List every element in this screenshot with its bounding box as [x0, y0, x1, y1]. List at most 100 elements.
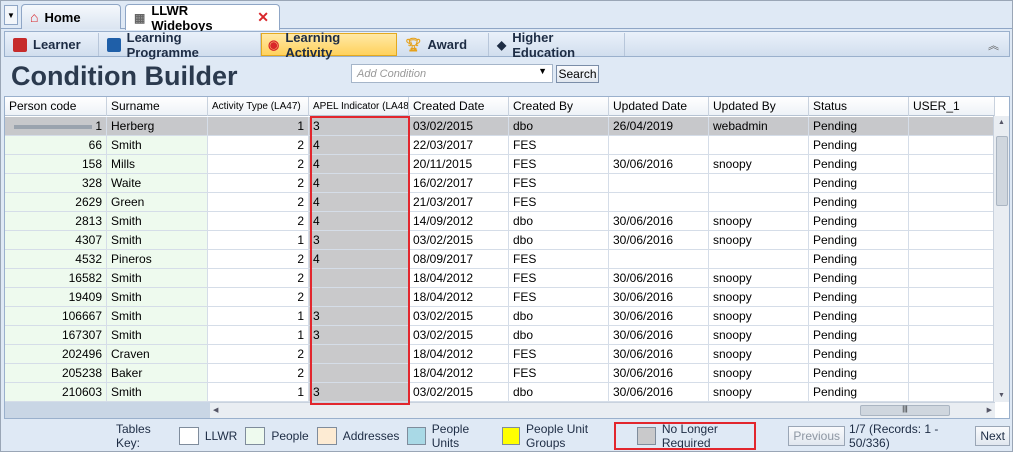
table-cell[interactable]: Pending [809, 345, 909, 363]
table-cell[interactable] [609, 250, 709, 268]
table-cell[interactable] [909, 307, 995, 325]
table-cell[interactable]: webadmin [709, 117, 809, 135]
table-cell[interactable]: 2 [208, 345, 309, 363]
table-cell[interactable]: 18/04/2012 [409, 288, 509, 306]
table-cell[interactable]: 167307 [5, 326, 107, 344]
column-header[interactable]: Created Date [409, 97, 509, 116]
table-cell[interactable]: 03/02/2015 [409, 383, 509, 401]
table-cell[interactable]: snoopy [709, 307, 809, 325]
table-row[interactable]: 202496 Craven 2 18/04/2012 FES 30/06/2016 snoo… [5, 345, 995, 364]
scroll-up-icon[interactable]: ▲ [998, 119, 1005, 126]
table-cell[interactable]: 03/02/2015 [409, 117, 509, 135]
table-cell[interactable]: snoopy [709, 269, 809, 287]
table-cell[interactable]: 328 [5, 174, 107, 192]
table-cell[interactable]: 210603 [5, 383, 107, 401]
table-cell[interactable]: dbo [509, 326, 609, 344]
table-cell[interactable]: 106667 [5, 307, 107, 325]
table-cell[interactable]: Mills [107, 155, 208, 173]
table-cell[interactable]: 202496 [5, 345, 107, 363]
table-cell[interactable]: 205238 [5, 364, 107, 382]
table-cell[interactable]: 2 [208, 364, 309, 382]
table-cell[interactable]: Pending [809, 269, 909, 287]
table-cell[interactable]: FES [509, 364, 609, 382]
table-cell[interactable]: FES [509, 136, 609, 154]
vertical-scrollbar[interactable]: ▲ ▼ [993, 116, 1009, 402]
table-cell[interactable]: 30/06/2016 [609, 212, 709, 230]
table-cell[interactable]: 30/06/2016 [609, 307, 709, 325]
table-cell[interactable]: 16582 [5, 269, 107, 287]
table-cell[interactable]: 2 [208, 193, 309, 211]
table-cell[interactable]: 30/06/2016 [609, 288, 709, 306]
table-row[interactable]: 2813 Smith 2 4 14/09/2012 dbo 30/06/2016 snoopy… [5, 212, 995, 231]
table-row[interactable]: 4307 Smith 1 3 03/02/2015 dbo 30/06/2016 snoopy… [5, 231, 995, 250]
table-cell[interactable]: FES [509, 250, 609, 268]
table-cell[interactable]: dbo [509, 231, 609, 249]
column-header[interactable]: APEL Indicator (LA48) [309, 97, 409, 116]
table-cell[interactable] [909, 269, 995, 287]
table-cell[interactable] [909, 117, 995, 135]
table-cell[interactable] [909, 174, 995, 192]
table-cell[interactable] [709, 193, 809, 211]
table-cell[interactable]: Smith [107, 307, 208, 325]
table-cell[interactable]: Pending [809, 136, 909, 154]
table-cell[interactable]: FES [509, 174, 609, 192]
table-cell[interactable]: Pending [809, 231, 909, 249]
next-button[interactable]: Next [975, 426, 1010, 446]
close-tab-icon[interactable]: ✕ [257, 9, 269, 26]
table-cell[interactable] [909, 383, 995, 401]
table-cell[interactable]: 2 [208, 250, 309, 268]
collapse-icon[interactable]: ︽ [988, 37, 999, 53]
table-cell[interactable]: FES [509, 269, 609, 287]
table-cell[interactable]: 21/03/2017 [409, 193, 509, 211]
table-cell[interactable] [609, 174, 709, 192]
table-cell[interactable]: 18/04/2012 [409, 364, 509, 382]
table-cell[interactable] [909, 326, 995, 344]
table-cell[interactable]: 2 [208, 212, 309, 230]
table-cell[interactable]: Waite [107, 174, 208, 192]
table-cell[interactable] [709, 136, 809, 154]
table-cell[interactable]: snoopy [709, 231, 809, 249]
table-cell[interactable]: 158 [5, 155, 107, 173]
tab-award[interactable]: 🏆︎ Award [399, 33, 489, 56]
table-cell[interactable]: dbo [509, 117, 609, 135]
table-cell[interactable]: 4307 [5, 231, 107, 249]
tab-home[interactable]: ⌂ Home [21, 4, 121, 29]
table-cell[interactable]: dbo [509, 212, 609, 230]
table-cell[interactable]: dbo [509, 383, 609, 401]
table-row[interactable]: 66 Smith 2 4 22/03/2017 FES Pending [5, 136, 995, 155]
table-cell[interactable] [909, 231, 995, 249]
table-cell[interactable]: snoopy [709, 326, 809, 344]
table-cell[interactable] [609, 136, 709, 154]
table-cell[interactable]: Smith [107, 212, 208, 230]
table-cell[interactable]: Smith [107, 269, 208, 287]
table-cell[interactable]: 2 [208, 269, 309, 287]
table-cell[interactable]: 22/03/2017 [409, 136, 509, 154]
table-cell[interactable]: Pending [809, 364, 909, 382]
add-condition-dropdown[interactable]: Add Condition ▼ [351, 64, 553, 83]
table-cell[interactable]: 30/06/2016 [609, 326, 709, 344]
table-cell[interactable]: Smith [107, 288, 208, 306]
table-cell[interactable]: 20/11/2015 [409, 155, 509, 173]
search-button[interactable]: Search [556, 65, 599, 83]
table-cell[interactable]: FES [509, 155, 609, 173]
table-cell[interactable]: 4532 [5, 250, 107, 268]
table-cell[interactable]: 2629 [5, 193, 107, 211]
tab-learner[interactable]: Learner [7, 33, 99, 56]
tab-learning-programme[interactable]: Learning Programme [101, 30, 261, 60]
table-cell[interactable]: 03/02/2015 [409, 307, 509, 325]
table-cell[interactable]: 1 [5, 117, 107, 135]
table-cell[interactable]: Pineros [107, 250, 208, 268]
table-row[interactable]: 1 Herberg 1 3 03/02/2015 dbo 26/04/2019 webadmi… [5, 117, 995, 136]
table-cell[interactable]: Pending [809, 307, 909, 325]
table-cell[interactable]: Pending [809, 288, 909, 306]
table-cell[interactable]: Smith [107, 231, 208, 249]
table-cell[interactable]: 2 [208, 136, 309, 154]
table-cell[interactable]: Pending [809, 117, 909, 135]
table-row[interactable]: 158 Mills 2 4 20/11/2015 FES 30/06/2016 snoopy P… [5, 155, 995, 174]
table-cell[interactable]: 1 [208, 326, 309, 344]
table-cell[interactable] [909, 155, 995, 173]
table-cell[interactable]: Pending [809, 174, 909, 192]
scroll-right-icon[interactable]: ▶ [987, 406, 992, 414]
table-cell[interactable]: FES [509, 345, 609, 363]
table-cell[interactable] [909, 250, 995, 268]
